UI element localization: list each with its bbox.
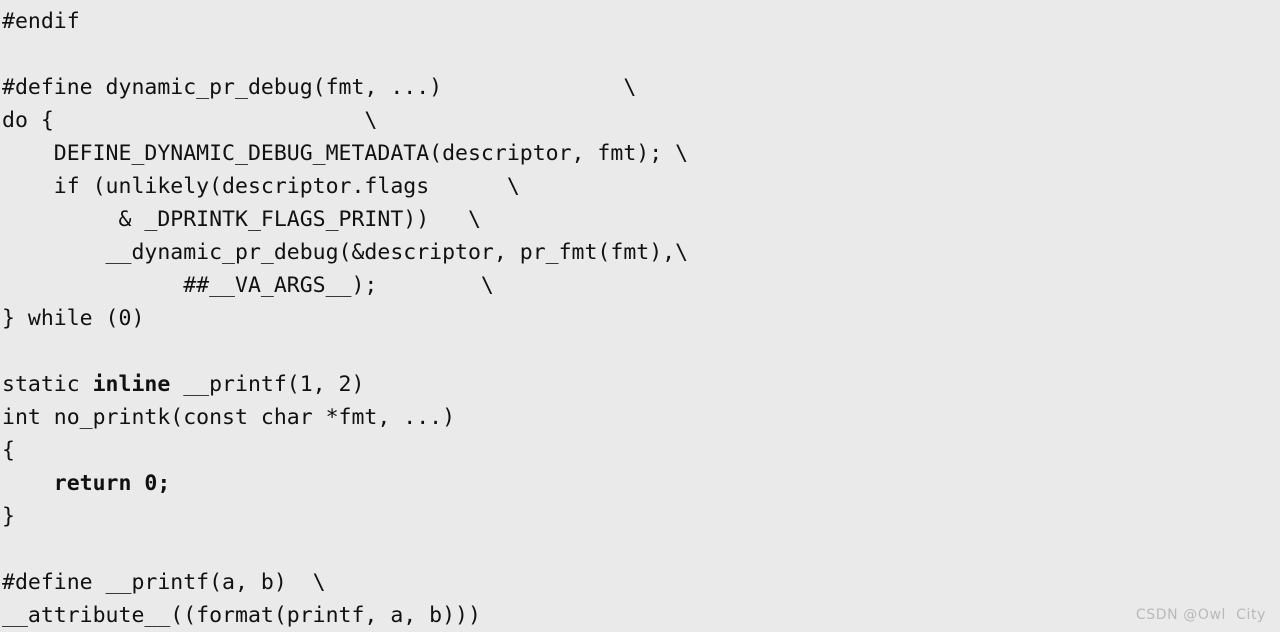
code-line: & _DPRINTK_FLAGS_PRINT)) \ (2, 207, 481, 232)
code-keyword: return 0; (53, 471, 171, 496)
code-line: ##__VA_ARGS__); \ (2, 273, 494, 298)
code-line: return 0; (0, 467, 1280, 500)
code-line: #endif (2, 9, 80, 34)
csdn-watermark: CSDN @Owl City (1135, 607, 1266, 623)
code-line: #define __printf(a, b) \ (2, 570, 326, 595)
source-code-block: #endif #define dynamic_pr_debug(fmt, ...… (0, 5, 1280, 632)
code-line: do { \ (2, 108, 378, 133)
code-line: DEFINE_DYNAMIC_DEBUG_METADATA(descriptor… (2, 141, 689, 166)
code-line: if (unlikely(descriptor.flags \ (2, 174, 520, 199)
code-keyword: inline (92, 372, 171, 397)
code-line: __dynamic_pr_debug(&descriptor, pr_fmt(f… (2, 240, 689, 265)
code-line: __attribute__((format(printf, a, b))) (2, 603, 481, 628)
code-line: static inline __printf(1, 2) (2, 372, 365, 397)
code-line: } while (0) (2, 306, 145, 331)
code-line: } (2, 504, 15, 529)
code-snippet-surface: #endif #define dynamic_pr_debug(fmt, ...… (0, 0, 1280, 629)
code-line: int no_printk(const char *fmt, ...) (2, 405, 456, 430)
code-line: #define dynamic_pr_debug(fmt, ...) \ (2, 75, 637, 100)
code-line: { (2, 438, 15, 463)
